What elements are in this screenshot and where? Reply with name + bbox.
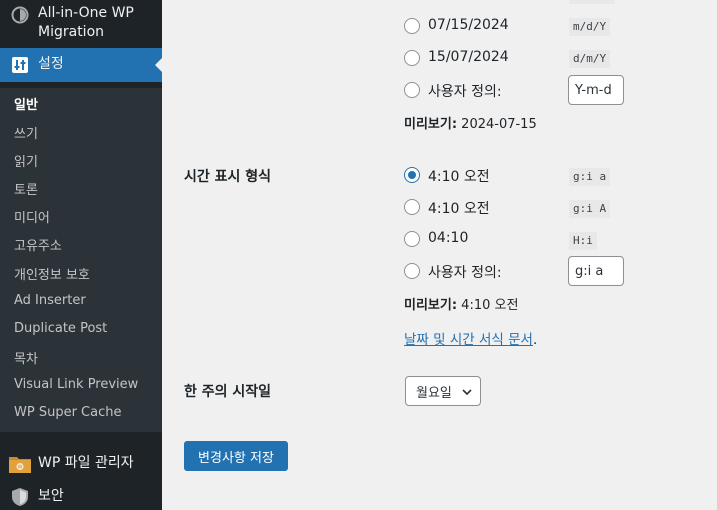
week-start-selected-value: 월요일 [416,385,452,401]
date-format-preview: 미리보기: 2024-07-15 [404,117,537,132]
format-code: H:i [569,232,597,250]
time-format-option-label: 4:10 오전 [428,169,490,185]
time-format-custom-input[interactable] [568,256,624,286]
submenu-item-privacy[interactable]: 개인정보 보호 [14,264,90,283]
format-code: d/m/Y [569,50,611,68]
shield-icon [10,487,30,507]
time-format-heading: 시간 표시 형식 [184,169,272,185]
format-code: g:i A [569,200,611,218]
submenu-item-permalinks[interactable]: 고유주소 [14,235,62,254]
sidebar-item-label: WP 파일 관리자 [38,455,134,471]
svg-text:W: W [18,465,23,471]
submenu-item-media[interactable]: 미디어 [14,207,50,226]
submenu-item-writing[interactable]: 쓰기 [14,123,38,142]
submenu-item-duplicate-post[interactable]: Duplicate Post [14,321,107,336]
settings-sliders-icon [10,55,30,75]
time-format-radio-H-i[interactable] [404,231,420,247]
submenu-item-discussion[interactable]: 토론 [14,179,38,198]
date-format-option-label: 07/15/2024 [428,17,509,33]
sidebar-item-label: 보안 [38,488,64,504]
migration-icon [10,5,30,25]
save-changes-button[interactable]: 변경사항 저장 [184,441,288,471]
time-format-option-label: 사용자 정의: [428,265,502,281]
submenu-item-wp-super-cache[interactable]: WP Super Cache [14,405,121,420]
sidebar-item-settings[interactable]: 설정 [0,48,163,82]
date-time-docs-link-wrapper: 날짜 및 시간 서식 문서. [404,332,538,348]
date-format-custom-input[interactable] [568,75,624,105]
format-code: m/d/Y [569,18,611,36]
time-format-radio-custom[interactable] [404,263,420,279]
sidebar-item-label: All-in-One WP Migration [38,5,134,40]
sidebar-item-file-manager[interactable]: W WP 파일 관리자 [0,452,162,478]
sidebar-item-security[interactable]: 보안 [0,486,162,510]
date-format-option-label: 사용자 정의: [428,84,502,100]
submenu-item-toc[interactable]: 목차 [14,348,38,367]
date-time-docs-link[interactable]: 날짜 및 시간 서식 문서 [404,332,533,348]
submenu-item-visual-link-preview[interactable]: Visual Link Preview [14,377,138,392]
date-format-option-label: 15/07/2024 [428,49,509,65]
date-format-radio-dmy[interactable] [404,50,420,66]
submenu-item-ad-inserter[interactable]: Ad Inserter [14,293,86,308]
admin-sidebar: All-in-One WP Migration 설정 일반 쓰기 읽기 토론 미디… [0,0,163,510]
time-format-option-label: 04:10 [428,230,469,246]
format-code: g:i a [569,168,611,186]
current-menu-arrow [155,57,163,73]
date-format-radio-custom[interactable] [404,82,420,98]
date-format-radio-mdy[interactable] [404,18,420,34]
sidebar-item-all-in-one-wp-migration[interactable]: All-in-One WP Migration [0,0,162,46]
week-start-select[interactable]: 월요일 [405,376,481,406]
time-format-preview: 미리보기: 4:10 오전 [404,298,519,313]
time-format-option-label: 4:10 오전 [428,201,490,217]
time-format-radio-g-i-a[interactable] [404,167,420,183]
time-format-radio-g-i-A[interactable] [404,199,420,215]
submenu-item-reading[interactable]: 읽기 [14,151,38,170]
settings-submenu: 일반 쓰기 읽기 토론 미디어 고유주소 개인정보 보호 Ad Inserter… [0,88,162,432]
sidebar-item-label: 설정 [38,56,64,72]
chevron-down-icon [462,386,472,401]
folder-icon: W [8,454,32,474]
format-code-cutoff [569,0,615,4]
week-start-heading: 한 주의 시작일 [184,384,272,400]
submenu-item-general[interactable]: 일반 [14,94,38,113]
